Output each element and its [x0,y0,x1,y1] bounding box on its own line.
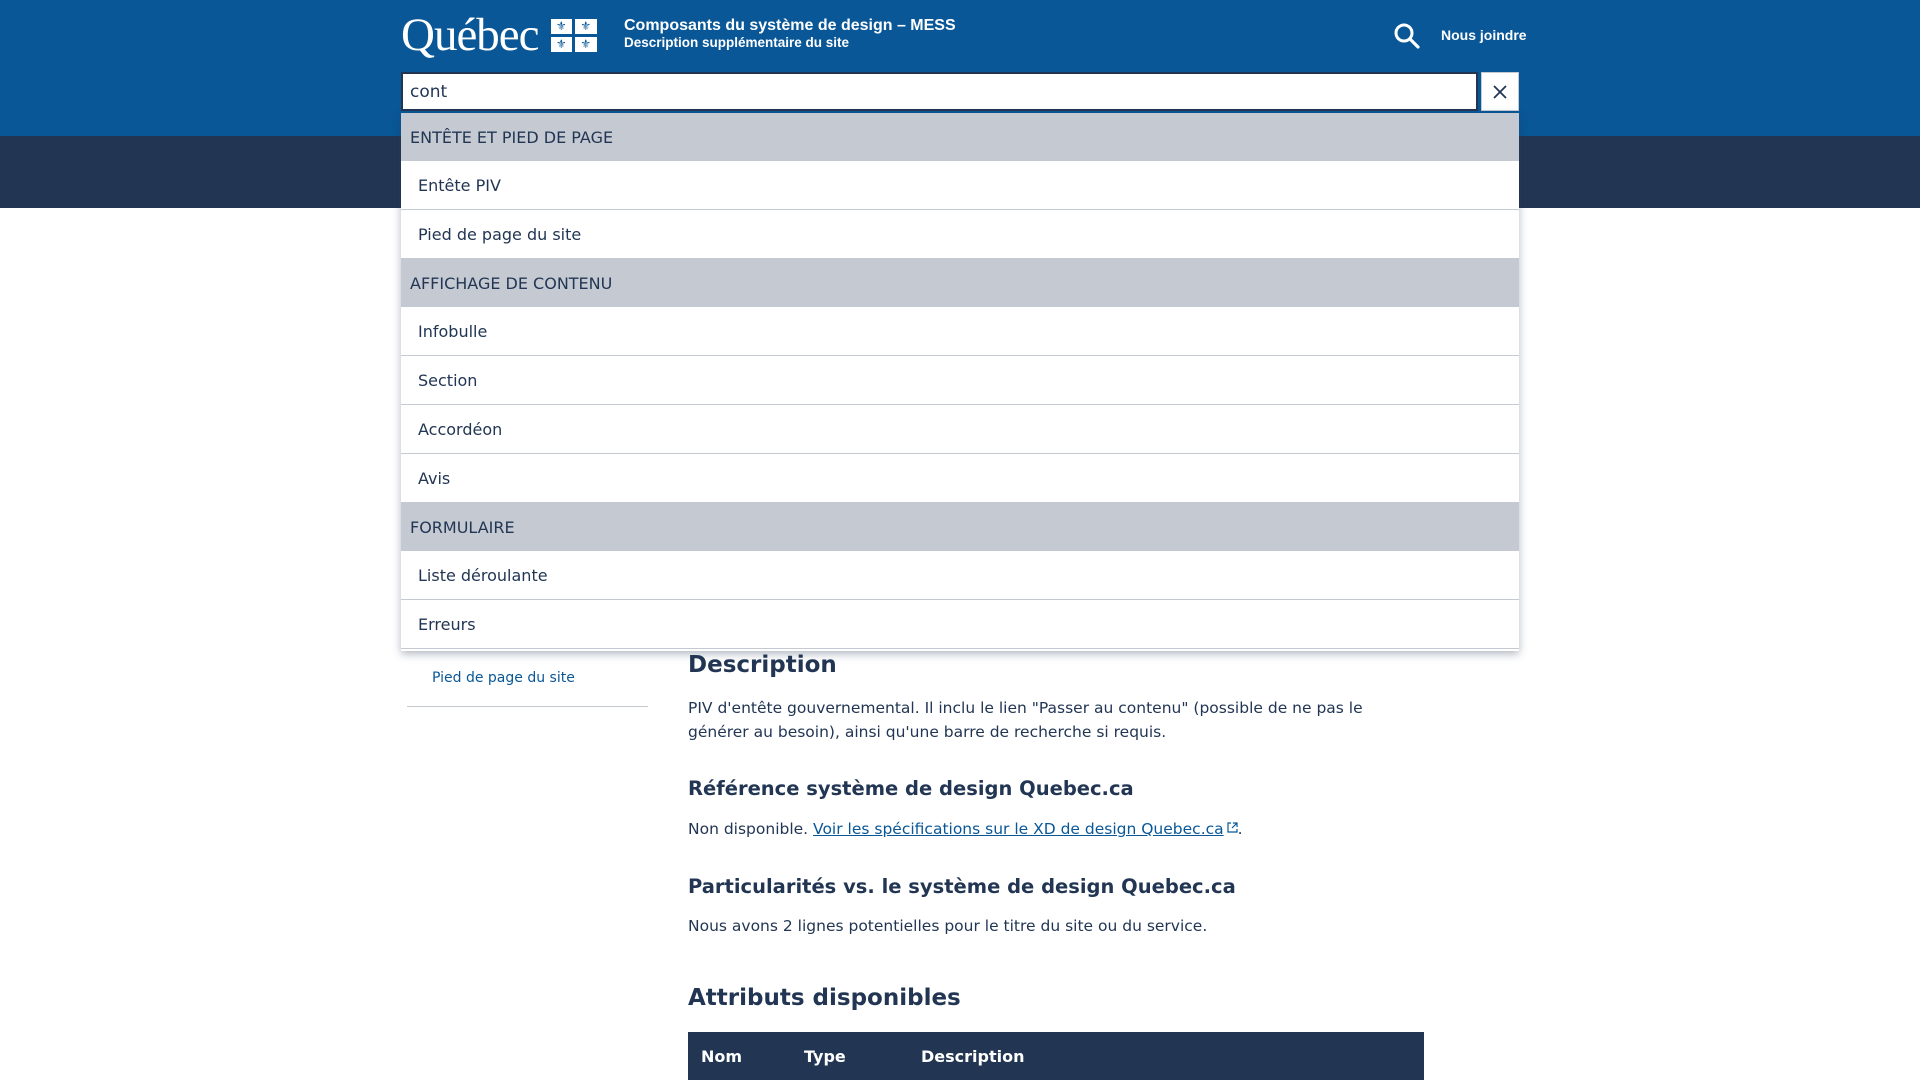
reference-suffix: . [1237,820,1243,838]
result-item-entete-piv[interactable]: Entête PIV [401,161,1519,210]
close-icon [1493,84,1507,99]
description-text: PIV d'entête gouvernemental. Il inclu le… [688,699,1363,741]
external-link-icon [1227,822,1238,833]
quebec-logo[interactable]: Québec [401,10,597,60]
search-icon[interactable] [1393,22,1421,50]
column-header-name: Nom [701,1046,743,1066]
reference-heading: Référence système de design Quebec.ca [688,777,1134,800]
result-item-accordeon[interactable]: Accordéon [401,405,1519,454]
particularities-text: Nous avons 2 lignes potentielles pour le… [688,917,1208,935]
site-title: Composants du système de design – MESS [624,17,956,34]
column-header-description: Description [921,1046,1025,1066]
results-group-header: ENTÊTE ET PIED DE PAGE [401,113,1519,161]
search-results-dropdown: ENTÊTE ET PIED DE PAGE Entête PIV Pied d… [401,113,1519,651]
search-input[interactable] [401,72,1478,111]
site-title-block[interactable]: Composants du système de design – MESS D… [624,16,956,51]
sidebar-divider [407,706,648,707]
site-description: Description supplémentaire du site [624,35,850,50]
result-item-section[interactable]: Section [401,356,1519,405]
results-group-header: AFFICHAGE DE CONTENU [401,259,1519,307]
column-header-type: Type [804,1046,846,1066]
result-item-pied-de-page[interactable]: Pied de page du site [401,210,1519,259]
reference-prefix: Non disponible. [688,820,814,838]
logo-text: Québec [401,8,540,61]
xd-spec-link[interactable]: Voir les spécifications sur le XD de des… [813,820,1224,838]
reference-text: Non disponible. Voir les spécifications … [688,817,1243,841]
attributes-table-header: Nom Type Description [688,1032,1424,1080]
result-item-infobulle[interactable]: Infobulle [401,307,1519,356]
attributes-heading: Attributs disponibles [688,985,961,1011]
fleur-de-lis-flag-icon [550,18,597,52]
clear-search-button[interactable] [1481,72,1519,111]
result-item-avis[interactable]: Avis [401,454,1519,503]
particularities-heading: Particularités vs. le système de design … [688,875,1236,898]
sidebar-item-pied-de-page[interactable]: Pied de page du site [432,670,575,686]
contact-link[interactable]: Nous joindre [1441,27,1527,43]
result-item-erreurs[interactable]: Erreurs [401,600,1519,649]
result-item-liste-deroulante[interactable]: Liste déroulante [401,551,1519,600]
results-group-header: FORMULAIRE [401,503,1519,551]
description-heading: Description [688,652,837,678]
